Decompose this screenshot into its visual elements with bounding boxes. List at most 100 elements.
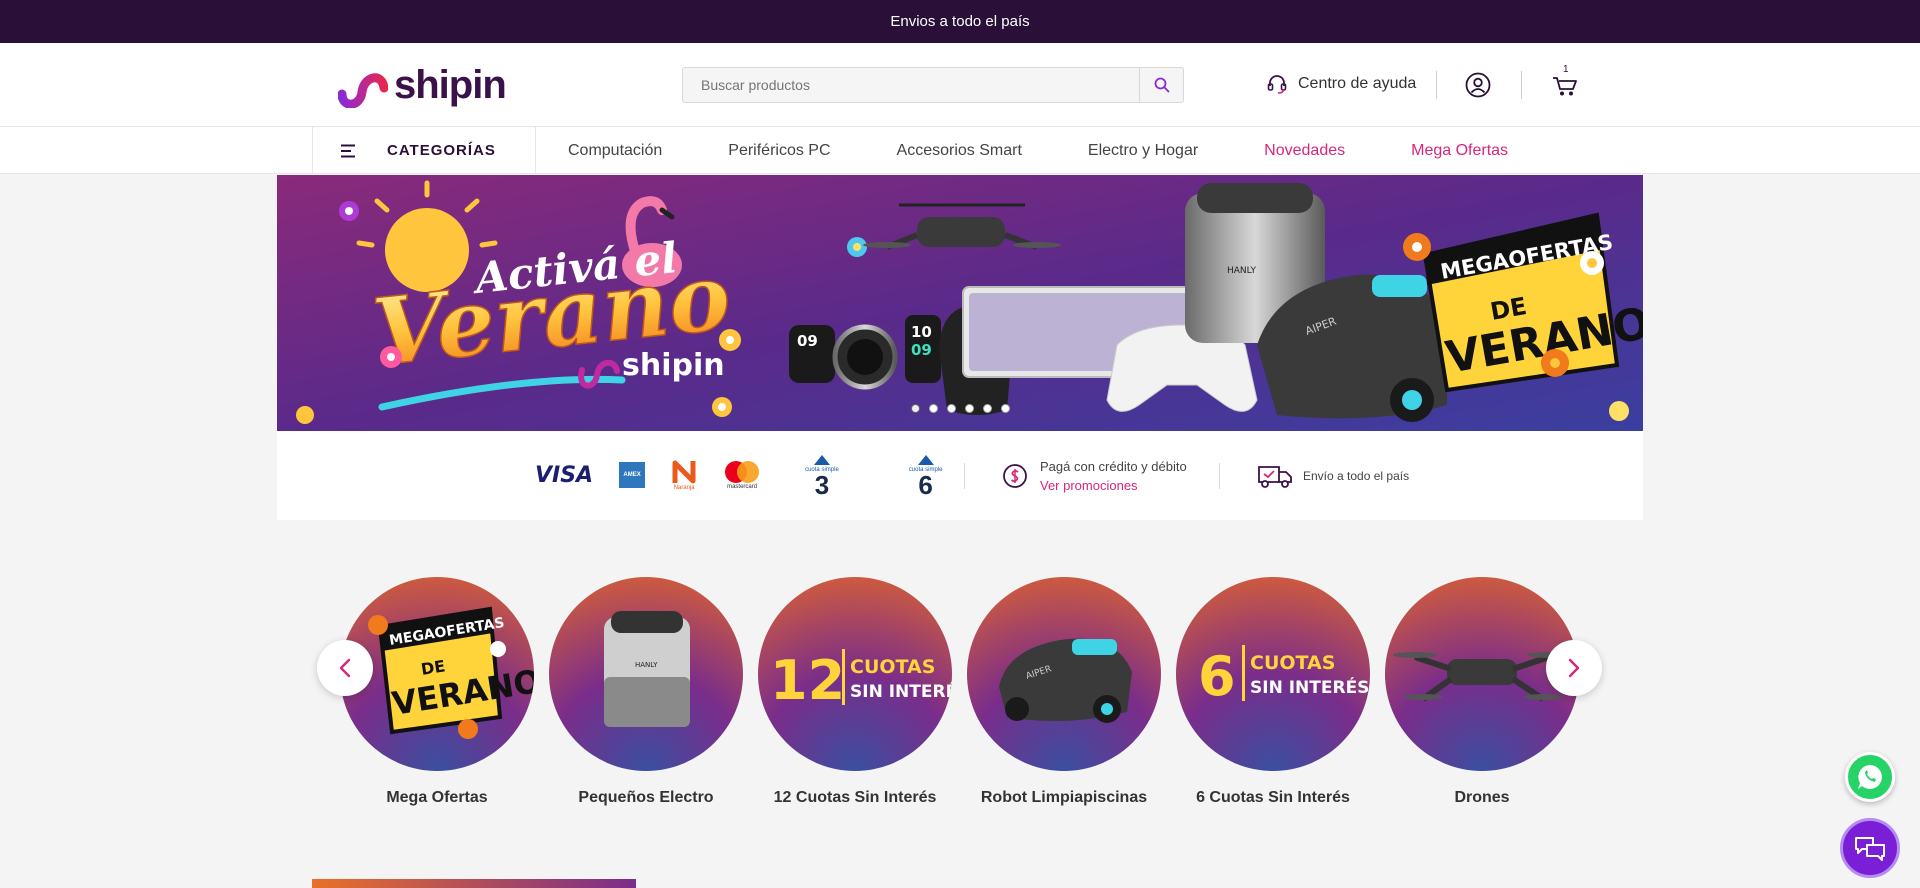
carousel-dot-3[interactable] <box>946 404 956 413</box>
promo-section-preview <box>312 879 636 888</box>
cart-button[interactable]: 1 <box>1551 64 1579 103</box>
whatsapp-icon <box>1858 765 1882 789</box>
payment-divider <box>1219 463 1220 489</box>
mastercard-circles-icon <box>725 461 760 483</box>
chevron-left-icon <box>339 658 351 678</box>
visa-logo: VISA <box>535 462 594 488</box>
category-label: Robot Limpiapiscinas <box>980 789 1148 806</box>
carousel-dot-2[interactable] <box>928 404 938 413</box>
shipin-logo[interactable]: shipin <box>338 63 507 108</box>
category-label: 12 Cuotas Sin Interés <box>773 789 937 806</box>
smartwatch-products: 09 10 09 <box>789 315 941 390</box>
nav-link-novedades[interactable]: Novedades <box>1264 142 1345 160</box>
carousel-dot-4[interactable] <box>964 404 974 413</box>
delivery-truck-icon <box>1258 466 1292 488</box>
whatsapp-button[interactable] <box>1845 752 1895 802</box>
appliance-brand: HANLY <box>1227 266 1256 276</box>
carousel-indicators <box>277 404 1643 413</box>
shipping-info: Envío a todo el país <box>1257 463 1409 489</box>
cart-count-badge: 1 <box>1563 64 1569 75</box>
headset-icon <box>1267 75 1287 94</box>
chat-support-button[interactable] <box>1840 818 1900 878</box>
svg-text:HANLY: HANLY <box>635 661 658 669</box>
main-navigation: CATEGORÍAS Computación Periféricos PC Ac… <box>0 127 1920 174</box>
category-card-robot-limpiapiscinas[interactable]: AIPER Robot Limpiapiscinas <box>967 577 1161 807</box>
nav-link-computacion[interactable]: Computación <box>568 142 662 160</box>
search-input[interactable] <box>683 68 1139 102</box>
category-card-6-cuotas[interactable]: 6 CUOTAS SIN INTERÉS 6 Cuotas Sin Interé… <box>1176 577 1370 807</box>
cuota-simple-icon <box>917 455 934 465</box>
chat-bubbles-icon <box>1855 837 1885 861</box>
watch-time-2: 10 <box>911 323 932 341</box>
nav-link-accesorios-smart[interactable]: Accesorios Smart <box>897 142 1022 160</box>
categories-label: CATEGORÍAS <box>387 142 496 159</box>
chevron-right-icon <box>1568 658 1580 678</box>
dollar-icon <box>1003 464 1027 488</box>
help-center-label: Centro de ayuda <box>1298 75 1417 92</box>
carousel-dot-1[interactable] <box>910 404 920 413</box>
category-card-mega-ofertas[interactable]: MEGAOFERTAS DE VERANO Mega Ofertas <box>340 577 534 807</box>
svg-text:12: 12 <box>770 649 845 712</box>
category-image: 12 CUOTAS SIN INTERÉS <box>758 577 952 771</box>
carousel-next-button[interactable] <box>1546 640 1602 696</box>
header-divider <box>1436 71 1437 99</box>
naranja-logo: Naranja <box>671 459 697 491</box>
category-image: HANLY <box>549 577 743 771</box>
category-card-pequenos-electro[interactable]: HANLY Pequeños Electro <box>549 577 743 807</box>
category-label: 6 Cuotas Sin Interés <box>1196 789 1350 806</box>
nav-link-electro-hogar[interactable]: Electro y Hogar <box>1088 142 1198 160</box>
payment-divider <box>964 463 965 489</box>
svg-text:6: 6 <box>1198 645 1236 708</box>
svg-text:CUOTAS: CUOTAS <box>1250 652 1335 674</box>
nav-link-perifericos[interactable]: Periféricos PC <box>728 142 830 160</box>
credit-debit-info: Pagá con crédito y débito Ver promocione… <box>1002 459 1187 493</box>
category-image: 6 CUOTAS SIN INTERÉS <box>1176 577 1370 771</box>
site-header: shipin Centro de ayuda <box>0 43 1920 127</box>
account-button[interactable] <box>1465 72 1491 103</box>
naranja-n-icon <box>672 460 696 484</box>
cuota-simple-icon <box>813 455 830 465</box>
logo-mark-icon <box>338 73 388 108</box>
12-cuotas-art: 12 CUOTAS SIN INTERÉS <box>770 649 952 712</box>
nav-link-mega-ofertas[interactable]: Mega Ofertas <box>1411 142 1508 160</box>
nav-links: Computación Periféricos PC Accesorios Sm… <box>568 127 1574 174</box>
search-button[interactable] <box>1139 68 1183 102</box>
logo-text: shipin <box>394 63 507 107</box>
watch-time-3: 09 <box>911 341 932 359</box>
hero-banner-carousel[interactable]: Activá el Verano shipin 09 10 09 HANLY A… <box>277 175 1643 431</box>
categories-menu-button[interactable]: CATEGORÍAS <box>312 127 536 174</box>
user-icon <box>1465 72 1491 98</box>
search-bar <box>682 67 1184 103</box>
hero-banner-image: Activá el Verano shipin 09 10 09 HANLY A… <box>277 175 1643 431</box>
top-announcement-bar: Envios a todo el país <box>0 0 1920 43</box>
search-icon <box>1154 77 1169 93</box>
6-cuotas-art: 6 CUOTAS SIN INTERÉS <box>1198 645 1369 708</box>
svg-text:DE: DE <box>420 656 447 679</box>
banner-brand: shipin <box>622 348 725 383</box>
carousel-dot-5[interactable] <box>982 404 992 413</box>
svg-text:SIN INTERÉS: SIN INTERÉS <box>1250 676 1369 698</box>
payment-methods-bar: VISA AMEX Naranja mastercard cuota simpl… <box>277 431 1643 520</box>
promotions-link[interactable]: Ver promociones <box>1040 478 1187 493</box>
hamburger-menu-icon <box>341 144 355 157</box>
announcement-text: Envios a todo el país <box>890 13 1030 30</box>
watch-time-1: 09 <box>797 332 818 350</box>
header-divider <box>1521 71 1522 99</box>
category-label: Pequeños Electro <box>578 789 714 806</box>
category-card-12-cuotas[interactable]: 12 CUOTAS SIN INTERÉS 12 Cuotas Sin Inte… <box>758 577 952 807</box>
mastercard-logo: mastercard <box>723 460 761 490</box>
shipping-text: Envío a todo el país <box>1303 469 1410 483</box>
payment-logos: VISA AMEX Naranja mastercard cuota simpl… <box>535 447 942 503</box>
appliance-art: HANLY <box>604 611 690 727</box>
category-card-drones[interactable]: Drones <box>1385 577 1579 807</box>
category-label: Drones <box>1454 789 1510 806</box>
category-label: Mega Ofertas <box>386 789 488 806</box>
carousel-prev-button[interactable] <box>317 640 373 696</box>
help-center-link[interactable]: Centro de ayuda <box>1266 73 1416 95</box>
credit-debit-text: Pagá con crédito y débito <box>1040 459 1187 474</box>
carousel-dot-6[interactable] <box>1000 404 1010 413</box>
category-image: AIPER <box>967 577 1161 771</box>
cuota-simple-6-logo: cuota simple 6 <box>909 453 942 498</box>
amex-logo: AMEX <box>619 462 646 488</box>
svg-text:CUOTAS: CUOTAS <box>850 656 935 678</box>
